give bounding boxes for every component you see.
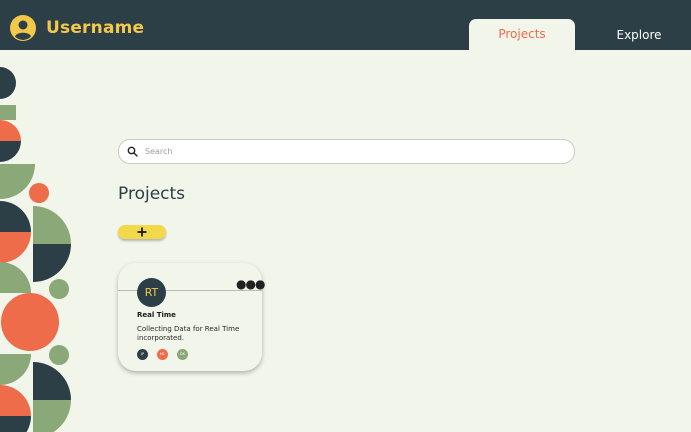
member-avatar[interactable]: ML [157, 349, 168, 360]
user-avatar-icon[interactable] [10, 15, 36, 41]
decorative-shapes [0, 67, 71, 432]
username-label[interactable]: Username [46, 17, 144, 39]
tab-projects[interactable]: Projects [469, 19, 575, 50]
search-icon [127, 146, 138, 157]
search-input[interactable] [145, 142, 555, 161]
project-title: Real Time [137, 311, 176, 319]
more-icon[interactable]: ●●● [236, 278, 265, 290]
add-project-button[interactable] [118, 225, 166, 239]
member-avatar[interactable]: DK [177, 349, 188, 360]
project-description: Collecting Data for Real Time incorporat… [137, 325, 240, 342]
page-title: Projects [118, 184, 186, 204]
project-avatar: RT [137, 278, 166, 307]
top-header: Username Projects Explore [0, 0, 691, 50]
tab-explore[interactable]: Explore [594, 20, 684, 51]
plus-icon [137, 227, 147, 237]
project-card[interactable]: RT ●●● Real Time Collecting Data for Rea… [118, 263, 265, 371]
search-bar [118, 139, 575, 164]
member-avatar[interactable]: JP [137, 349, 148, 360]
